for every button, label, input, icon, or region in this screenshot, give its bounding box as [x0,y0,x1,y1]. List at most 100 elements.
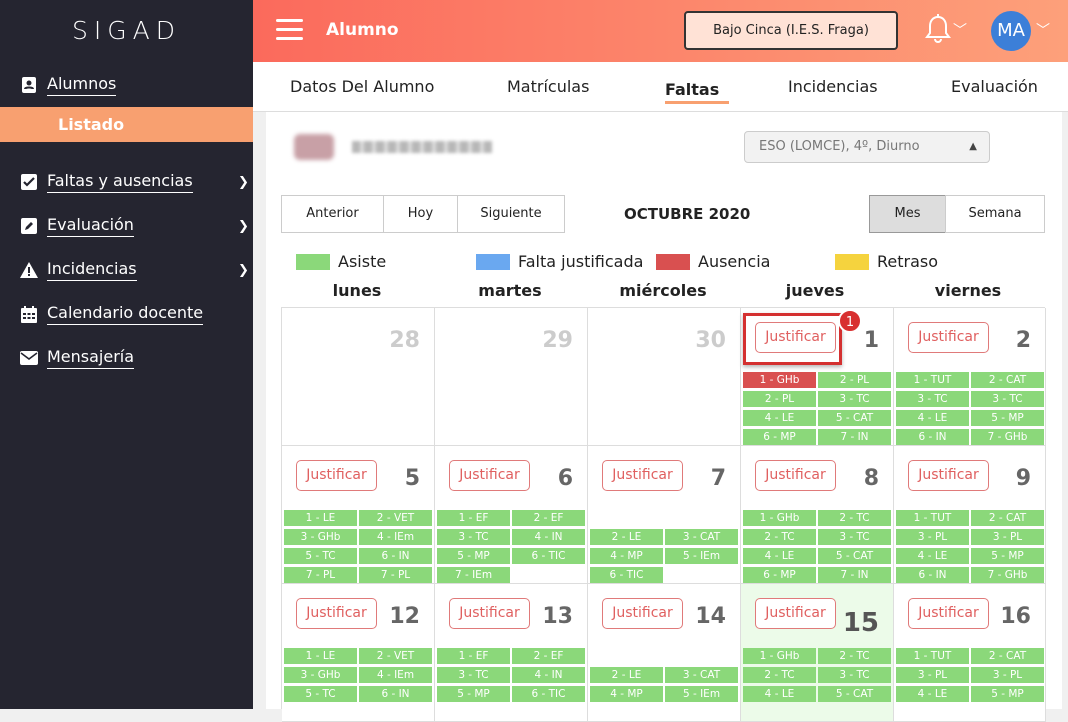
calendar-day-cell[interactable]: 5 Justificar 1 - LE 2 - VET 3 - GHb 4 - IEm 5 … [282,446,435,584]
tab-incidencias[interactable]: Incidencias [788,77,878,96]
envelope-icon [20,349,38,367]
day-number: 28 [389,328,420,353]
calendar-day-cell[interactable]: 14 Justificar 2 - LE 3 - CAT 4 - MP 5 - IEm [588,584,741,722]
session-pill: 3 - TC [437,529,510,545]
session-pill: 6 - IN [896,567,969,583]
justify-button[interactable]: Justificar [449,460,530,491]
sidebar-item-label: Calendario docente [47,303,204,325]
legend-label: Asiste [338,252,387,271]
session-pill: 5 - CAT [818,410,891,426]
calendar-day-cell[interactable]: 15 Justificar 1 - GHb 2 - TC 2 - TC 3 - TC 4 -… [741,584,894,722]
session-pill: 6 - TIC [512,548,585,564]
session-pill: 2 - LE [590,529,663,545]
sidebar-item-evaluacion[interactable]: Evaluación ❯ [20,215,249,237]
sidebar-item-incidencias[interactable]: Incidencias ❯ [20,259,249,281]
calendar-day-cell[interactable]: 16 Justificar 1 - TUT 2 - CAT 3 - PL 3 - PL 4 … [894,584,1046,722]
calendar-day-cell[interactable]: 9 Justificar 1 - TUT 2 - CAT 3 - PL 3 - PL 4 -… [894,446,1046,584]
center-selector-button[interactable]: Bajo Cinca (I.E.S. Fraga) [684,11,898,50]
weekday-header: lunes [332,281,382,300]
course-select-value: ESO (LOMCE), 4º, Diurno [759,139,920,154]
session-pill: 2 - TC [743,529,816,545]
sidebar-item-mensajeria[interactable]: Mensajería [20,347,135,369]
session-pill: 1 - TUT [896,648,969,664]
page-title: Alumno [326,20,399,40]
tab-evaluacion[interactable]: Evaluación [951,77,1038,96]
sidebar-section-alumnos[interactable]: Alumnos [20,74,117,96]
session-pill: 2 - EF [512,648,585,664]
prev-button[interactable]: Anterior [281,195,384,233]
legend-item: Asiste [296,252,386,271]
tab-faltas[interactable]: Faltas [665,80,719,99]
justify-button[interactable]: Justificar [602,460,683,491]
sidebar-section-label: Alumnos [47,74,117,96]
calendar-day-cell[interactable]: 2 Justificar 1 - TUT 2 - CAT 3 - TC 3 - TC 4 -… [894,308,1046,446]
session-pill: 4 - IN [512,667,585,683]
calendar-day-cell[interactable]: 6 Justificar 1 - EF 2 - EF 3 - TC 4 - IN 5 - M… [435,446,588,584]
session-pill: 3 - TC [971,391,1044,407]
justify-button[interactable]: Justificar [908,598,989,629]
calendar-day-cell[interactable]: 12 Justificar 1 - LE 2 - VET 3 - GHb 4 - IEm 5… [282,584,435,722]
session-pill: 3 - TC [437,667,510,683]
session-pill: 3 - TC [818,391,891,407]
weekday-header: viernes [934,281,1002,300]
tab-matriculas[interactable]: Matrículas [507,77,589,96]
justify-button[interactable]: Justificar [908,460,989,491]
chevron-down-icon[interactable]: ﹀ [1036,20,1050,40]
calendar-day-cell[interactable]: 1 Justificar 1 1 - GHb 2 - PL 2 - PL 3 - TC 4 -… [741,308,894,446]
session-pill: 7 - PL [284,567,357,583]
session-pill: 5 - IEm [665,686,738,702]
week-view-button[interactable]: Semana [945,195,1045,233]
month-view-button[interactable]: Mes [869,195,946,233]
avatar[interactable]: MA [991,11,1031,51]
session-pill: 6 - TIC [590,567,663,583]
day-number: 12 [389,604,420,629]
sidebar-item-listado[interactable]: Listado [0,107,253,142]
calendar-day-cell[interactable]: 29 [435,308,588,446]
justify-button[interactable]: Justificar [908,322,989,353]
calendar-grid: 28 29 30 1 Justificar 1 1 - GHb 2 - PL 2 - PL 3 -… [281,307,1046,722]
session-pill: 6 - MP [743,429,816,445]
justify-button[interactable]: Justificar [296,460,377,491]
calendar-day-cell[interactable]: 7 Justificar 2 - LE 3 - CAT 4 - MP 5 - IEm 6 -… [588,446,741,584]
session-pill: 2 - PL [818,372,891,388]
session-pill: 5 - CAT [818,548,891,564]
session-pill: 5 - IEm [665,548,738,564]
sidebar-item-faltas[interactable]: Faltas y ausencias ❯ [20,171,249,193]
session-pill: 5 - MP [971,548,1044,564]
session-pill: 3 - PL [896,667,969,683]
day-number: 16 [1000,604,1031,629]
justify-button[interactable]: Justificar [449,598,530,629]
calendar-day-cell[interactable]: 13 Justificar 1 - EF 2 - EF 3 - TC 4 - IN 5 - … [435,584,588,722]
sidebar-item-label: Mensajería [47,347,135,369]
calendar-day-cell[interactable]: 8 Justificar 1 - GHb 2 - TC 2 - TC 3 - TC 4 - … [741,446,894,584]
today-button[interactable]: Hoy [383,195,458,233]
session-pill: 7 - GHb [971,429,1044,445]
calendar-day-cell[interactable]: 28 [282,308,435,446]
bell-icon[interactable] [925,14,951,48]
session-pill: 7 - IN [818,567,891,583]
chevron-down-icon[interactable]: ﹀ [953,20,967,40]
justify-button[interactable]: Justificar [602,598,683,629]
weekday-header: miércoles [619,281,707,300]
menu-icon[interactable] [276,19,303,41]
session-pill: 5 - TC [284,686,357,702]
session-pill: 6 - TIC [512,686,585,702]
session-pill: 4 - IN [512,529,585,545]
justify-button[interactable]: Justificar [755,460,836,491]
session-pill: 1 - LE [284,648,357,664]
calendar-day-cell[interactable]: 30 [588,308,741,446]
session-pill: 4 - IEm [359,667,432,683]
course-select[interactable]: ESO (LOMCE), 4º, Diurno ▲ [744,131,990,163]
app-logo: SIGAD [72,16,181,45]
session-pill: 1 - TUT [896,372,969,388]
next-button[interactable]: Siguiente [457,195,565,233]
justify-button[interactable]: Justificar [296,598,377,629]
legend-swatch [476,253,510,270]
justify-button[interactable]: Justificar [755,598,836,629]
session-pill: 4 - LE [743,548,816,564]
legend-swatch [835,253,869,270]
legend-item: Falta justificada [476,252,643,271]
sidebar-item-calendario[interactable]: Calendario docente [20,303,204,325]
session-pill: 2 - TC [818,648,891,664]
tab-datos-alumno[interactable]: Datos Del Alumno [290,77,434,96]
